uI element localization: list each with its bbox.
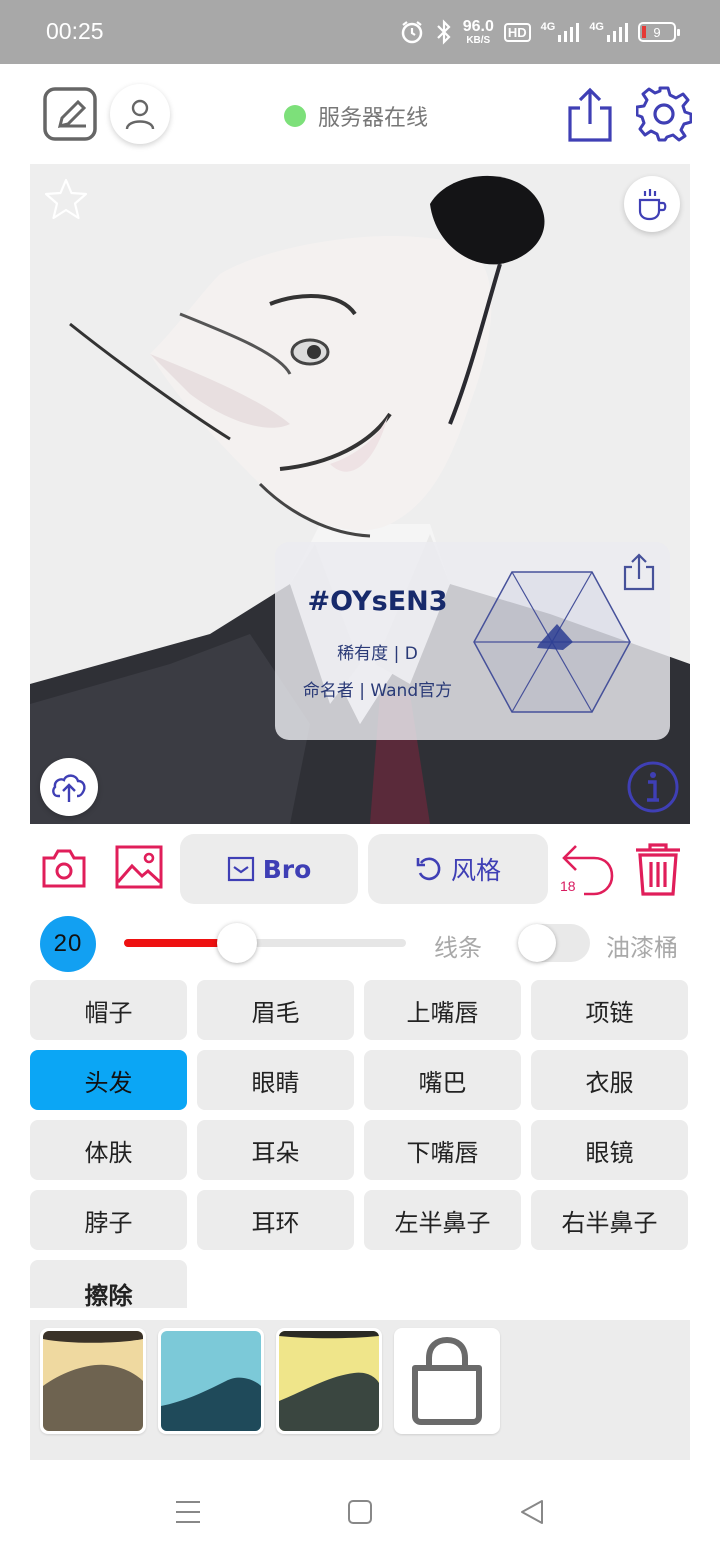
style-preset-1[interactable] [40,1328,146,1434]
share-icon [623,553,655,591]
menu-icon [176,1501,200,1523]
undo-count: 18 [560,878,576,894]
edit-icon [43,87,97,141]
gear-icon [635,86,693,142]
delete-button[interactable] [634,842,682,896]
character-info-card: #OYsEN3 稀有度 | D 命名者 | Wand官方 [275,542,670,740]
share-button[interactable] [564,86,616,144]
part-button[interactable]: 下嘴唇 [364,1120,521,1180]
bro-button[interactable]: Bro [180,834,358,904]
camera-icon [42,849,86,888]
online-indicator-icon [284,105,306,127]
part-button[interactable]: 脖子 [30,1190,187,1250]
system-nav-bar [0,1470,720,1560]
share-icon [568,87,612,142]
star-icon[interactable] [42,176,90,224]
undo-button[interactable]: 18 [558,840,614,896]
part-button[interactable]: 帽子 [30,980,187,1040]
status-bar: 00:25 96.0 KB/S HD 4G 4G 9 [0,0,720,64]
part-button[interactable]: 眼镜 [531,1120,688,1180]
part-button[interactable]: 右半鼻子 [531,1190,688,1250]
toggle-knob [518,924,556,962]
preset-thumbnail [43,1331,143,1431]
server-status-label: 服务器在线 [318,106,429,131]
tool-bar: Bro 风格 18 [0,832,720,908]
battery-icon: 9 [638,22,680,42]
user-icon [125,99,155,130]
slider-thumb[interactable] [216,923,257,963]
part-button[interactable]: 嘴巴 [364,1050,521,1110]
home-button[interactable] [346,1498,386,1534]
preset-thumbnail [279,1331,379,1431]
part-button[interactable]: 眼睛 [197,1050,354,1110]
signal-icon-1: 4G [541,21,580,43]
part-button[interactable]: 衣服 [531,1050,688,1110]
shop-button[interactable] [394,1328,500,1434]
profile-button[interactable] [110,84,170,144]
info-icon [627,761,679,813]
part-button[interactable]: 左半鼻子 [364,1190,521,1250]
part-button[interactable]: 擦除 [30,1260,187,1310]
part-button[interactable]: 眉毛 [197,980,354,1040]
gallery-button[interactable] [114,844,164,890]
network-speed: 96.0 KB/S [462,17,494,46]
style-preset-3[interactable] [276,1328,382,1434]
bro-label: Bro [262,854,312,884]
part-button[interactable]: 耳环 [197,1190,354,1250]
status-time: 00:25 [46,18,104,44]
status-icons: 96.0 KB/S HD 4G 4G 9 [399,14,680,50]
character-code: #OYsEN3 [307,586,448,617]
style-button[interactable]: 风格 [368,834,548,904]
trash-icon [636,843,680,896]
settings-button[interactable] [635,86,693,142]
recent-apps-button[interactable] [174,1498,214,1534]
home-square-icon [348,1500,372,1524]
card-share-button[interactable] [621,552,657,592]
paint-bucket-label: 油漆桶 [606,934,678,962]
namer-label: 命名者 | Wand官方 [302,681,453,701]
portrait-canvas[interactable]: #OYsEN3 稀有度 | D 命名者 | Wand官方 [30,164,690,824]
refresh-icon [416,857,441,881]
stats-radar-icon [473,571,631,713]
part-button[interactable]: 体肤 [30,1120,187,1180]
part-button[interactable]: 上嘴唇 [364,980,521,1040]
image-icon [115,845,163,889]
style-presets-tray [30,1320,690,1460]
back-button[interactable] [518,1498,558,1534]
preset-thumbnail [161,1331,261,1431]
shopping-bag-icon [412,1336,482,1425]
brush-controls: 20 线条 油漆桶 [0,912,720,976]
lines-label: 线条 [434,934,482,962]
app-bar: 服务器在线 [0,64,720,164]
camera-button[interactable] [40,846,88,890]
hd-icon: HD [503,22,531,42]
part-button[interactable]: 耳朵 [197,1120,354,1180]
info-button[interactable] [626,760,680,814]
coffee-button[interactable] [624,176,680,232]
brush-size-badge: 20 [40,916,96,972]
paint-bucket-toggle[interactable] [518,924,590,962]
bluetooth-icon [436,19,451,45]
coffee-icon [638,189,667,221]
style-preset-2[interactable] [158,1328,264,1434]
signal-icon-2: 4G [589,21,628,43]
part-button[interactable]: 项链 [531,980,688,1040]
back-triangle-icon [521,1500,543,1524]
style-label: 风格 [450,856,501,885]
edit-button[interactable] [42,86,98,142]
cloud-upload-icon [52,774,86,802]
brush-size-slider[interactable] [124,923,406,963]
bro-icon [227,856,254,882]
cloud-upload-button[interactable] [40,758,98,816]
server-status: 服务器在线 [284,100,428,132]
rarity-label: 稀有度 | D [337,644,418,664]
alarm-icon [401,21,422,44]
part-button[interactable]: 头发 [30,1050,187,1110]
